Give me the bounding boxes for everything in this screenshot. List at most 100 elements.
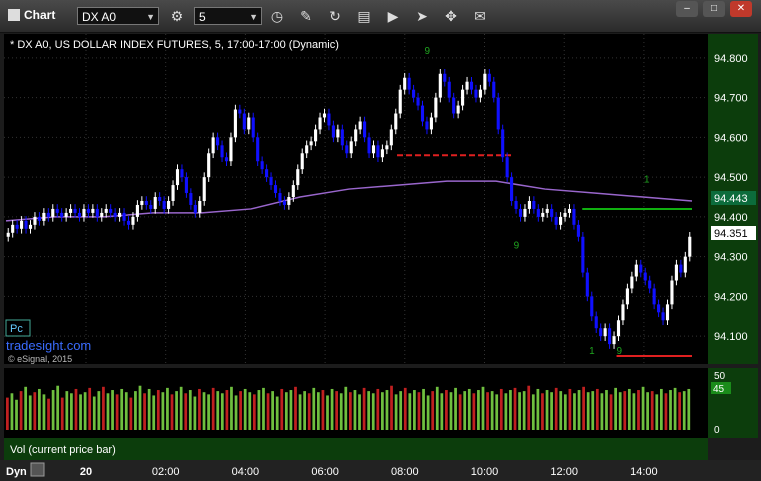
ma-price-label: 94.443 bbox=[714, 193, 748, 205]
volume-bar bbox=[248, 392, 252, 430]
volume-bar bbox=[449, 392, 453, 430]
volume-bar bbox=[687, 388, 691, 430]
candle-body bbox=[688, 236, 692, 257]
time-tick-label: 02:00 bbox=[152, 466, 180, 478]
volume-bar bbox=[280, 388, 284, 430]
setup-digit: 9 bbox=[424, 46, 430, 57]
volume-tick-label: 0 bbox=[714, 425, 720, 436]
close-button[interactable]: ✕ bbox=[730, 1, 752, 17]
clock-icon[interactable]: ◷ bbox=[267, 6, 287, 26]
interval-value: 5 bbox=[199, 10, 206, 24]
chevron-down-icon[interactable]: ▼ bbox=[146, 8, 155, 26]
volume-bar bbox=[120, 388, 124, 430]
volume-bar bbox=[390, 385, 393, 430]
candle-body bbox=[358, 121, 362, 130]
candle-body bbox=[514, 200, 518, 209]
volume-bar bbox=[74, 388, 78, 430]
candle-body bbox=[452, 97, 456, 114]
candle-body bbox=[447, 81, 451, 98]
candle-body bbox=[11, 224, 15, 233]
volume-bar bbox=[147, 388, 151, 430]
candle-body bbox=[140, 200, 144, 205]
setup-digit: 1 bbox=[644, 175, 650, 186]
symbol-input[interactable]: DX A0 ▼ bbox=[77, 7, 159, 25]
volume-bar bbox=[344, 386, 348, 430]
candle-body bbox=[545, 208, 549, 213]
candle-body bbox=[585, 272, 589, 297]
lock-icon[interactable] bbox=[30, 462, 45, 477]
cursor-icon[interactable]: ➤ bbox=[412, 6, 432, 26]
interval-input[interactable]: 5 ▼ bbox=[194, 7, 262, 25]
candle-body bbox=[238, 109, 242, 114]
candle-body bbox=[536, 208, 540, 217]
candle-body bbox=[318, 117, 322, 130]
watermark: tradesight.com bbox=[6, 338, 91, 353]
volume-bar bbox=[312, 387, 316, 430]
volume-bar bbox=[56, 385, 60, 430]
gear-icon[interactable]: ⚙ bbox=[167, 6, 187, 26]
maximize-button[interactable]: □ bbox=[703, 1, 725, 17]
candle-body bbox=[349, 141, 353, 154]
candle-body bbox=[20, 220, 24, 229]
time-tick-label: 14:00 bbox=[630, 466, 658, 478]
candle-body bbox=[278, 193, 282, 201]
volume-bar bbox=[513, 387, 517, 430]
candle-body bbox=[229, 137, 233, 162]
volume-bar bbox=[179, 386, 183, 430]
volume-bar bbox=[499, 388, 503, 430]
candle-body bbox=[33, 216, 37, 225]
candle-body bbox=[104, 208, 108, 213]
study-icon[interactable]: ▤ bbox=[354, 6, 374, 26]
volume-bar bbox=[92, 396, 96, 430]
volume-bar bbox=[417, 392, 421, 430]
candle-body bbox=[456, 105, 460, 114]
volume-bar bbox=[509, 390, 512, 430]
volume-bar bbox=[143, 393, 146, 430]
volume-bar bbox=[586, 392, 590, 430]
volume-bar bbox=[266, 393, 270, 430]
crosshair-icon[interactable]: ✥ bbox=[441, 6, 461, 26]
candle-body bbox=[28, 224, 33, 229]
volume-bar bbox=[42, 394, 46, 430]
comment-icon[interactable]: ✉ bbox=[470, 6, 490, 26]
volume-bar bbox=[362, 387, 366, 430]
time-tick-label: 10:00 bbox=[471, 466, 499, 478]
candle-body bbox=[91, 208, 95, 213]
volume-bar bbox=[536, 388, 540, 430]
volume-bar bbox=[472, 393, 476, 430]
volume-bar bbox=[541, 393, 544, 430]
candle-body bbox=[291, 185, 295, 198]
candle-body bbox=[518, 208, 523, 217]
volume-bar bbox=[582, 386, 585, 430]
candle-body bbox=[385, 145, 389, 150]
candle-body bbox=[265, 169, 269, 178]
price-chart[interactable]: 94.800 94.700 94.600 94.500 94.400 94.300 94.2… bbox=[0, 32, 761, 481]
candle-body bbox=[674, 264, 678, 281]
candle-body bbox=[603, 328, 607, 337]
volume-bar bbox=[70, 393, 73, 430]
pencil-icon[interactable]: ✎ bbox=[296, 6, 316, 26]
volume-bar bbox=[307, 393, 311, 430]
refresh-icon[interactable]: ↻ bbox=[325, 6, 345, 26]
volume-bar bbox=[129, 397, 133, 430]
volume-bar bbox=[490, 391, 494, 430]
candle-body bbox=[501, 129, 505, 158]
play-icon[interactable]: ▶ bbox=[383, 6, 403, 26]
candle-body bbox=[109, 208, 113, 213]
candle-body bbox=[118, 212, 122, 217]
candle-body bbox=[469, 81, 474, 90]
minimize-button[interactable]: – bbox=[676, 1, 698, 17]
volume-value-label: 45 bbox=[713, 384, 725, 395]
candle-body bbox=[322, 113, 327, 118]
volume-bar bbox=[353, 390, 357, 430]
volume-bar bbox=[198, 388, 201, 430]
chevron-down-icon[interactable]: ▼ bbox=[249, 8, 258, 26]
pc-label: Pc bbox=[10, 323, 23, 335]
volume-bar bbox=[568, 388, 572, 430]
candle-body bbox=[64, 212, 68, 217]
candle-body bbox=[180, 169, 184, 178]
candle-body bbox=[51, 208, 55, 217]
volume-bar bbox=[170, 394, 174, 430]
candle-body bbox=[665, 304, 670, 321]
chart-header: * DX A0, US DOLLAR INDEX FUTURES, 5, 17:… bbox=[10, 39, 339, 51]
